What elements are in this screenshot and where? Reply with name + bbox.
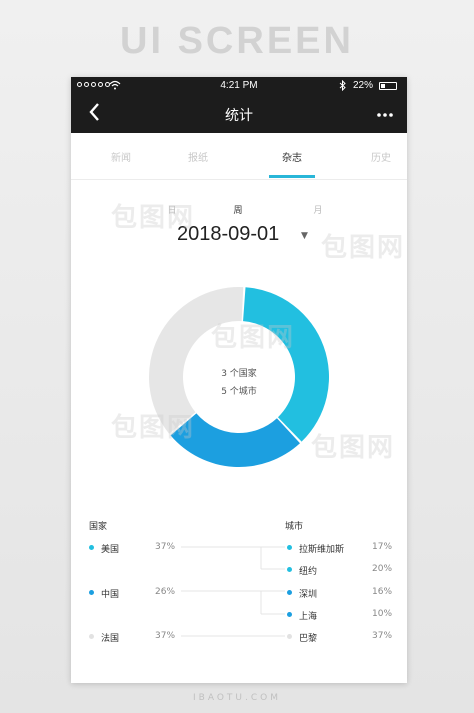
watermark: 包图网 xyxy=(321,233,406,263)
country-row-name: 美国 xyxy=(101,545,120,555)
tab-magazine[interactable]: 杂志 xyxy=(262,149,322,164)
tab-history[interactable]: 历史 xyxy=(371,149,407,164)
period-day[interactable]: 日 xyxy=(157,203,187,216)
city-row-bullet xyxy=(287,567,292,572)
city-row-percent: 17% xyxy=(372,542,393,552)
period-month[interactable]: 月 xyxy=(303,203,333,216)
more-dots-icon xyxy=(377,113,393,117)
city-row-percent: 10% xyxy=(372,609,393,619)
tab-news[interactable]: 新闻 xyxy=(91,149,151,164)
status-bar: 4:21 PM 22% xyxy=(71,77,407,95)
donut-country-count: 3 个国家 xyxy=(221,369,257,379)
tab-newspaper[interactable]: 报纸 xyxy=(168,149,228,164)
city-section-label: 城市 xyxy=(285,522,304,532)
country-row-percent: 26% xyxy=(155,587,176,597)
donut-segment xyxy=(149,287,244,434)
chevron-down-icon[interactable]: ▼ xyxy=(301,231,308,241)
battery-percent: 22% xyxy=(353,80,374,91)
city-row-bullet xyxy=(287,590,292,595)
country-row-bullet xyxy=(89,590,94,595)
donut-segment xyxy=(243,287,329,442)
country-row-bullet xyxy=(89,634,94,639)
bluetooth-icon xyxy=(339,79,347,94)
city-row-percent: 20% xyxy=(372,564,393,574)
more-button[interactable] xyxy=(377,103,393,122)
city-row-bullet xyxy=(287,545,292,550)
donut-segment xyxy=(170,413,300,467)
city-row-percent: 16% xyxy=(372,587,393,597)
date-picker[interactable]: 2018-09-01 xyxy=(177,223,279,246)
city-row-name: 拉斯维加斯 xyxy=(299,545,345,555)
city-row-bullet xyxy=(287,612,292,617)
country-row-name: 法国 xyxy=(101,634,120,644)
country-row-percent: 37% xyxy=(155,542,176,552)
city-row-percent: 37% xyxy=(372,631,393,641)
country-row-name: 中国 xyxy=(101,590,120,600)
tab-bar: 新闻 报纸 杂志 历史 xyxy=(71,133,407,180)
footer-watermark: IBAOTU.COM xyxy=(193,693,281,703)
phone-screen: 4:21 PM 22% 统计 新闻 报纸 杂志 历史 日 周 月 2018-09… xyxy=(71,77,407,683)
tab-active-indicator xyxy=(269,175,315,178)
page-title: 统计 xyxy=(225,108,253,124)
city-row-name: 深圳 xyxy=(299,590,318,600)
country-row-percent: 37% xyxy=(155,631,176,641)
city-row-name: 巴黎 xyxy=(299,634,318,644)
nav-bar: 统计 xyxy=(71,95,407,133)
country-section-label: 国家 xyxy=(89,522,108,532)
battery-icon xyxy=(379,82,397,90)
city-row-name: 纽约 xyxy=(299,567,318,577)
country-row-bullet xyxy=(89,545,94,550)
banner-title: UI SCREEN xyxy=(120,20,354,62)
donut-city-count: 5 个城市 xyxy=(221,387,257,397)
period-week[interactable]: 周 xyxy=(223,203,253,216)
city-row-bullet xyxy=(287,634,292,639)
city-row-name: 上海 xyxy=(299,612,318,622)
